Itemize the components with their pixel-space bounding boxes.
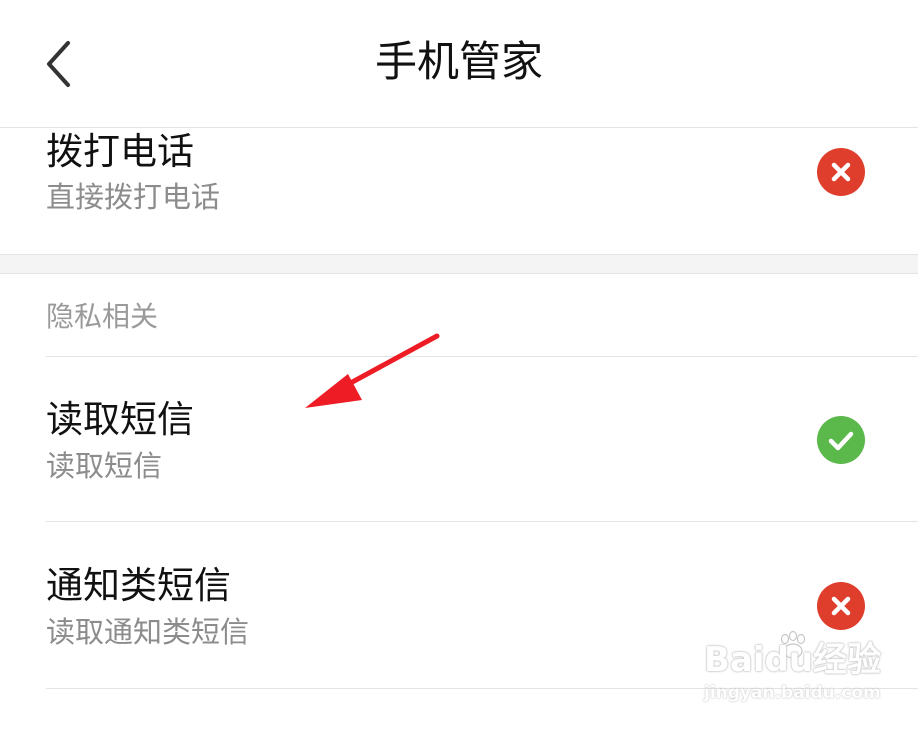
section-gap: [0, 254, 918, 274]
header-bar: 手机管家: [0, 0, 918, 127]
section-gap-top-line: [0, 254, 918, 255]
check-icon: [828, 431, 854, 451]
watermark-url: jingyan.baidu.com: [704, 683, 881, 703]
permission-subtitle: 读取通知类短信: [46, 615, 250, 649]
baidu-watermark: Baidu经验 jingyan.baidu.com: [704, 630, 884, 714]
close-icon: [831, 162, 851, 182]
page-title: 手机管家: [374, 37, 543, 86]
permission-status-allowed[interactable]: [817, 416, 865, 464]
row-divider: [46, 521, 918, 522]
annotation-arrow-icon: [305, 333, 440, 408]
close-icon: [831, 596, 851, 616]
permission-title: 读取短信: [46, 398, 194, 441]
permission-status-denied[interactable]: [817, 582, 865, 630]
permission-subtitle: 直接拨打电话: [46, 180, 221, 214]
permission-status-denied[interactable]: [817, 148, 865, 196]
section-gap-bottom-line: [0, 273, 918, 274]
permission-subtitle: 读取短信: [46, 449, 163, 483]
watermark-text: Baidu经验: [704, 640, 882, 680]
section-divider: [46, 356, 918, 357]
permission-title: 通知类短信: [46, 564, 231, 607]
permission-title: 拨打电话: [46, 130, 194, 173]
section-label: 隐私相关: [46, 300, 159, 333]
app-screen: 手机管家 拨打电话 直接拨打电话 隐私相关 读取短信 读取短信 通知类短信 读取…: [0, 0, 918, 730]
